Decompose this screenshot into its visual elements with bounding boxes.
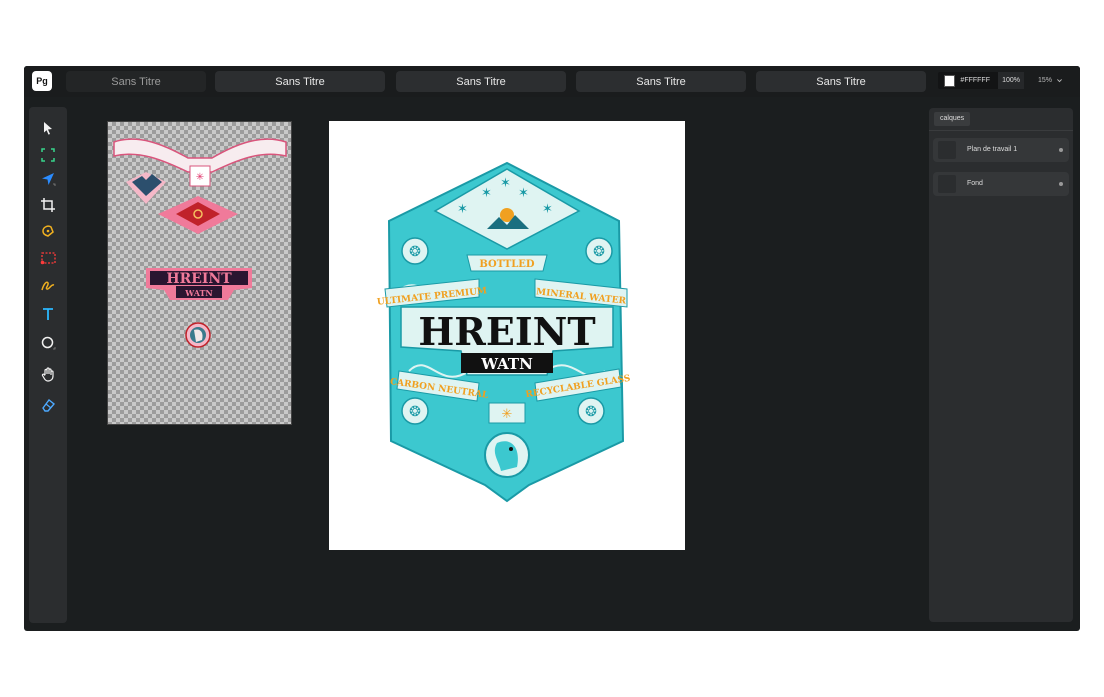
fill-hex-value[interactable]: #FFFFFF — [960, 77, 998, 84]
tools-toolbar — [29, 107, 67, 623]
water-label-art: ✶ ✶ ✶ ✶ ✶ ❂ ❂ ❂ ❂ BOTTLED ULTIMATE PREMI… — [376, 161, 631, 503]
tab-document-2[interactable]: Sans Titre — [215, 71, 385, 92]
shape-tool-icon — [41, 336, 56, 350]
select-tool-icon — [44, 122, 52, 135]
app-logo[interactable]: Pg — [32, 71, 52, 91]
tab-document-1[interactable]: Sans Titre — [66, 71, 206, 92]
artboard-tool[interactable] — [29, 144, 67, 166]
app-window: Pg Sans Titre Sans Titre Sans Titre Sans… — [24, 66, 1080, 631]
crop-tool[interactable] — [29, 194, 67, 216]
svg-text:✶: ✶ — [481, 185, 492, 200]
layer-row-artboard[interactable]: Plan de travail 1 — [933, 138, 1069, 162]
text-tool-icon — [43, 308, 53, 320]
marquee-tool-icon — [40, 252, 56, 265]
eraser-tool-icon — [42, 399, 56, 412]
svg-text:✶: ✶ — [518, 185, 529, 200]
layers-tab[interactable]: calques — [934, 112, 971, 126]
chevron-down-icon — [1057, 79, 1062, 83]
svg-text:✶: ✶ — [500, 175, 511, 190]
hand-tool[interactable] — [29, 363, 67, 385]
artboard-tool-icon — [41, 148, 55, 162]
shape-tool[interactable] — [29, 332, 67, 354]
pen-tool-icon — [42, 225, 54, 237]
layer-row-background[interactable]: Fond — [933, 172, 1069, 196]
crop-tool-icon — [41, 198, 55, 212]
layer-visibility-dot[interactable] — [1059, 182, 1063, 186]
text-tool[interactable] — [29, 303, 67, 325]
tab-document-5[interactable]: Sans Titre — [756, 71, 926, 92]
eraser-tool[interactable] — [29, 394, 67, 416]
svg-text:✳: ✳ — [196, 172, 204, 183]
marquee-tool[interactable] — [29, 247, 67, 269]
svg-text:❂: ❂ — [409, 243, 421, 259]
layer-thumbnail — [938, 175, 956, 193]
assets-artboard[interactable]: ✳ HREINT WATN — [107, 121, 292, 425]
ribbon-top-text: BOTTLED — [479, 259, 535, 270]
asset-brand-text: HREINT — [166, 271, 232, 287]
direct-select-tool[interactable] — [29, 168, 67, 190]
svg-text:✳: ✳ — [502, 406, 513, 421]
tab-document-4[interactable]: Sans Titre — [576, 71, 746, 92]
layers-panel: calques Plan de travail 1 Fond — [929, 108, 1073, 622]
layer-visibility-dot[interactable] — [1059, 148, 1063, 152]
hand-tool-icon — [41, 367, 54, 382]
fill-color-swatch[interactable] — [944, 74, 956, 87]
asset-sub-text: WATN — [184, 288, 213, 298]
fill-opacity-value[interactable]: 100% — [998, 72, 1024, 89]
brush-tool[interactable] — [29, 274, 67, 296]
brand-subtitle: WATN — [480, 355, 533, 373]
fill-color-control[interactable]: #FFFFFF 100% — [938, 72, 1024, 89]
svg-text:✶: ✶ — [542, 201, 553, 216]
svg-text:❂: ❂ — [409, 403, 421, 419]
svg-text:✶: ✶ — [457, 201, 468, 216]
layer-name: Plan de travail 1 — [967, 146, 1018, 153]
brush-tool-icon — [41, 281, 55, 291]
top-bar: Pg Sans Titre Sans Titre Sans Titre Sans… — [24, 66, 1080, 97]
pen-tool[interactable] — [29, 220, 67, 242]
layer-name: Fond — [967, 180, 983, 187]
select-tool[interactable] — [29, 117, 67, 139]
main-artboard[interactable]: ✶ ✶ ✶ ✶ ✶ ❂ ❂ ❂ ❂ BOTTLED ULTIMATE PREMI… — [329, 121, 685, 550]
tab-document-3[interactable]: Sans Titre — [396, 71, 566, 92]
panel-divider — [929, 130, 1073, 131]
zoom-control[interactable]: 15% — [1038, 72, 1063, 89]
svg-text:❂: ❂ — [585, 403, 597, 419]
zoom-value: 15% — [1038, 77, 1053, 84]
label-assets-art: ✳ HREINT WATN — [113, 138, 287, 348]
direct-select-tool-icon — [42, 173, 56, 186]
svg-text:❂: ❂ — [593, 243, 605, 259]
layer-thumbnail — [938, 141, 956, 159]
brand-title: HREINT — [418, 309, 595, 354]
